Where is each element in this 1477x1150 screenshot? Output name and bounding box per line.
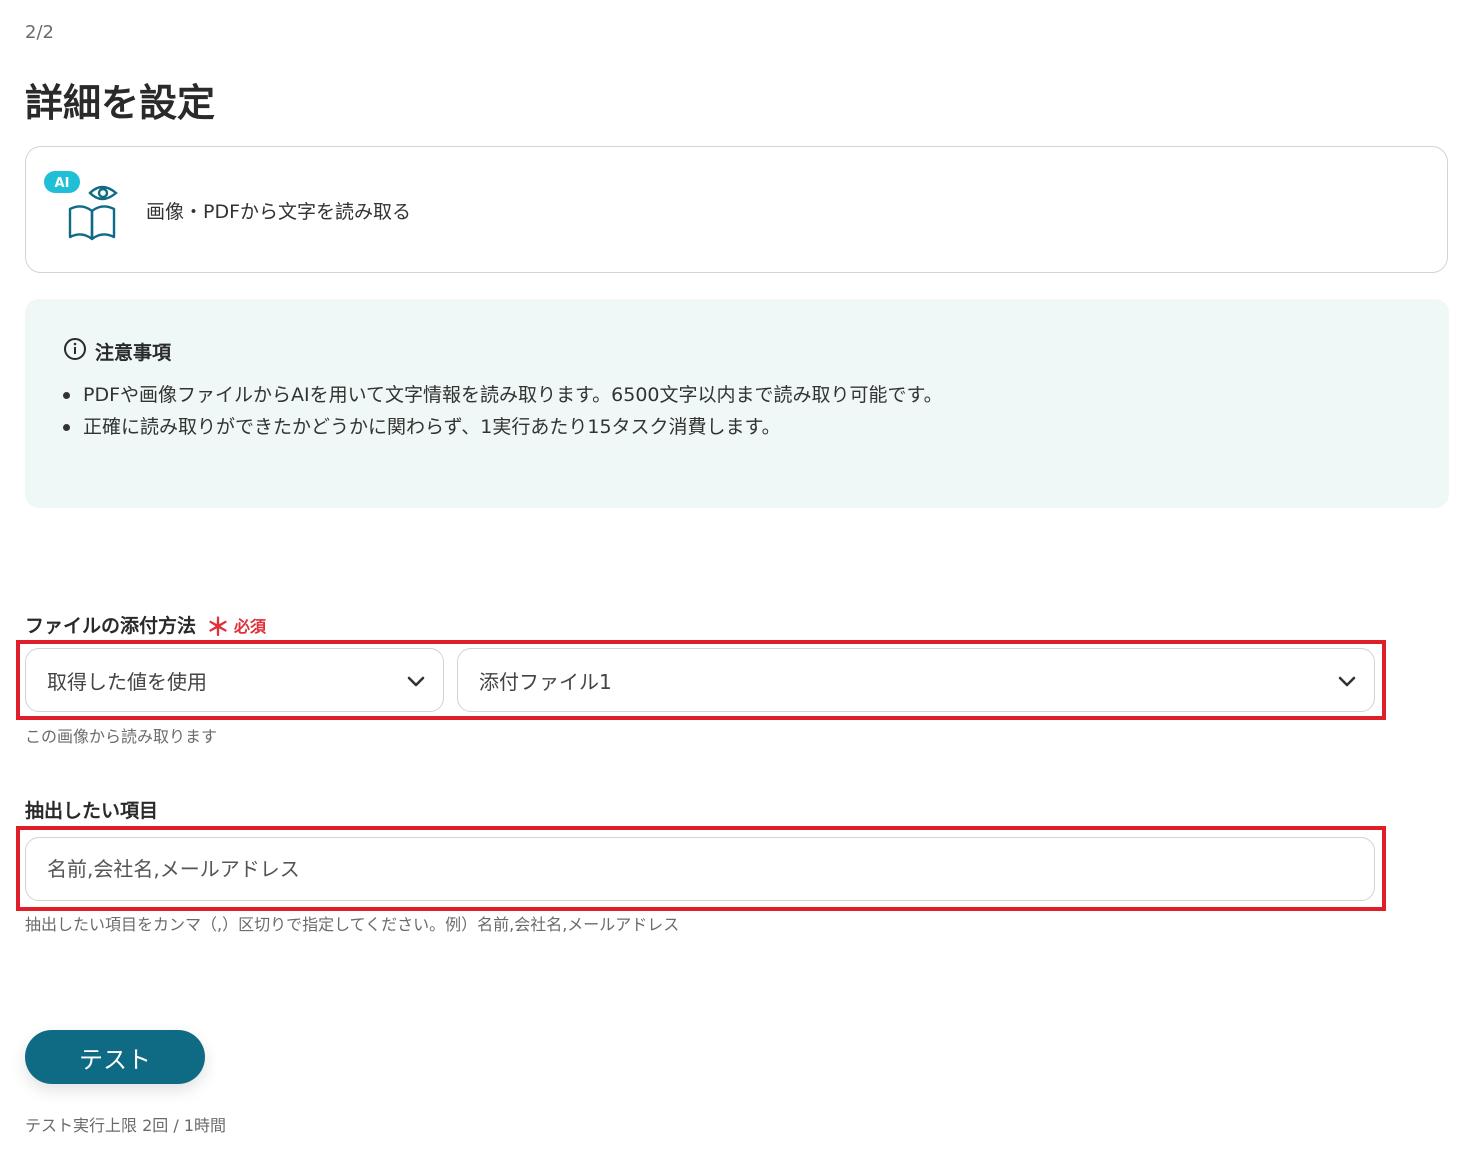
- attachment-select[interactable]: 添付ファイル1: [457, 648, 1375, 712]
- extract-fields-input[interactable]: [25, 837, 1375, 901]
- file-method-label-text: ファイルの添付方法: [25, 615, 197, 637]
- notice-item: PDFや画像ファイルからAIを用いて文字情報を読み取ります。6500文字以内まで…: [63, 379, 943, 411]
- step-indicator: 2/2: [25, 22, 54, 43]
- file-source-select[interactable]: 取得した値を使用: [25, 648, 444, 712]
- action-card[interactable]: AI 画像・PDFから文字を読み取る: [25, 146, 1448, 273]
- action-label: 画像・PDFから文字を読み取る: [146, 201, 412, 223]
- notice-box: 注意事項 PDFや画像ファイルからAIを用いて文字情報を読み取ります。6500文…: [25, 299, 1449, 508]
- page-title: 詳細を設定: [25, 81, 216, 125]
- ai-badge: AI: [55, 176, 70, 191]
- extract-label: 抽出したい項目: [25, 800, 159, 822]
- required-star-icon: ＊: [206, 613, 231, 641]
- chevron-down-icon: [1338, 673, 1356, 687]
- file-source-value: 取得した値を使用: [47, 669, 207, 694]
- attachment-value: 添付ファイル1: [479, 669, 612, 694]
- notice-title: 注意事項: [95, 341, 172, 364]
- extract-help: 抽出したい項目をカンマ（,）区切りで指定してください。例）名前,会社名,メールア…: [25, 915, 680, 934]
- test-limit-text: テスト実行上限 2回 / 1時間: [25, 1116, 227, 1135]
- notice-item: 正確に読み取りができたかどうかに関わらず、1実行あたり15タスク消費します。: [63, 411, 943, 443]
- file-method-label: ファイルの添付方法 ＊必須: [25, 607, 266, 642]
- notice-list: PDFや画像ファイルからAIを用いて文字情報を読み取ります。6500文字以内まで…: [63, 379, 943, 443]
- required-badge: ＊必須: [206, 613, 267, 641]
- notice-header: 注意事項: [63, 337, 171, 365]
- chevron-down-icon: [407, 673, 425, 687]
- test-button[interactable]: テスト: [25, 1030, 205, 1084]
- required-text: 必須: [234, 617, 267, 636]
- ai-book-eye-icon: AI: [44, 169, 124, 241]
- info-icon: [63, 337, 87, 365]
- file-method-help: この画像から読み取ります: [25, 727, 218, 746]
